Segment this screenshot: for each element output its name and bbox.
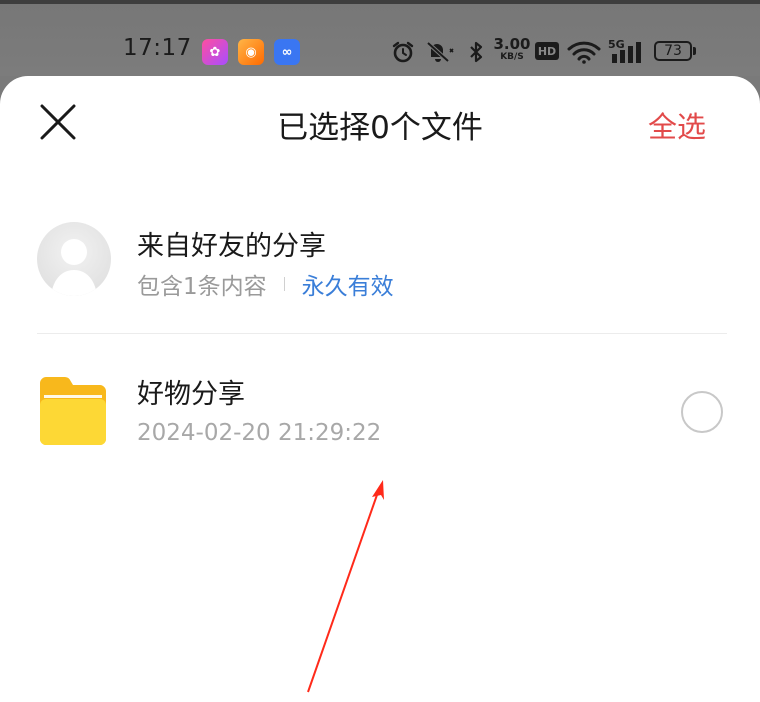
validity-label: 永久有效 bbox=[301, 274, 394, 300]
mute-icon bbox=[426, 41, 454, 63]
battery-tip bbox=[693, 47, 696, 55]
file-select-radio[interactable] bbox=[681, 391, 723, 433]
top-edge bbox=[0, 0, 760, 4]
avatar bbox=[37, 222, 111, 296]
battery-icon: 73 bbox=[654, 41, 692, 61]
alarm-icon bbox=[392, 41, 414, 63]
close-button[interactable] bbox=[36, 100, 80, 144]
close-icon bbox=[40, 104, 76, 140]
hd-badge: HD bbox=[535, 42, 559, 60]
notification-app-icon-3: ∞ bbox=[274, 39, 300, 65]
signal-icon bbox=[612, 42, 641, 63]
divider bbox=[37, 333, 727, 334]
status-bar bbox=[0, 0, 760, 76]
network-speed: 3.00 KB/S bbox=[493, 35, 531, 62]
share-title: 来自好友的分享 bbox=[137, 231, 326, 262]
wifi-icon bbox=[567, 41, 601, 64]
file-date: 2024-02-20 21:29:22 bbox=[137, 420, 382, 446]
status-time: 17:17 bbox=[123, 35, 192, 61]
file-row[interactable] bbox=[0, 350, 760, 470]
select-all-button[interactable]: 全选 bbox=[648, 104, 706, 146]
page-title: 已选择0个文件 bbox=[277, 110, 483, 146]
bluetooth-icon bbox=[470, 41, 483, 63]
person-icon bbox=[51, 239, 97, 296]
file-name: 好物分享 bbox=[137, 379, 245, 410]
content-count: 包含1条内容 bbox=[137, 274, 267, 300]
share-subtitle: 包含1条内容 永久有效 bbox=[137, 267, 394, 301]
folder-icon bbox=[40, 377, 106, 445]
subtitle-separator bbox=[283, 277, 285, 291]
notification-app-icon-2: ◉ bbox=[238, 39, 264, 65]
notification-app-icon-1: ✿ bbox=[202, 39, 228, 65]
